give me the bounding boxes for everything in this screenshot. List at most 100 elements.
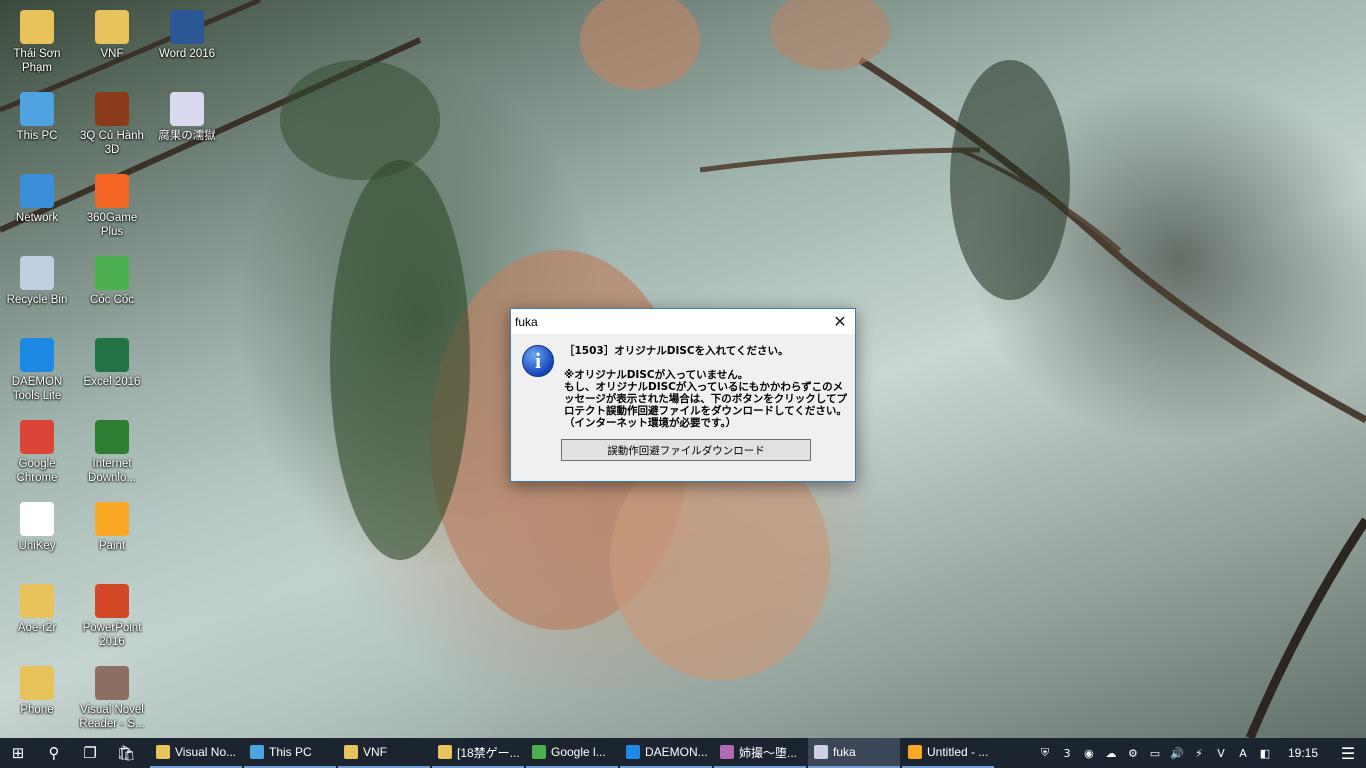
desktop-icon-label: 3Q Củ Hành 3D xyxy=(80,130,144,156)
desktop-icon-18[interactable]: Phone xyxy=(0,662,74,742)
chrome-icon xyxy=(20,420,54,454)
message-line-3: もし、オリジナルDISCが入っているにもかかわらずこのメッセージが表示された場合… xyxy=(564,381,847,417)
tray-icon-5[interactable]: ▭ xyxy=(1146,738,1164,768)
taskbar-app-label: fuka xyxy=(833,745,856,759)
app-icon xyxy=(438,745,452,759)
taskbar-app-label: Google l... xyxy=(551,745,606,759)
tray-icon-0[interactable]: ⛨ xyxy=(1036,738,1054,768)
action-center-icon[interactable]: ☰ xyxy=(1330,738,1366,768)
app-icon xyxy=(250,745,264,759)
daemon-tools-icon xyxy=(20,338,54,372)
desktop-icon-label: Cốc Cốc xyxy=(89,294,135,306)
taskbar-app-8[interactable]: Untitled - ... xyxy=(902,738,994,768)
tray-icon-3[interactable]: ☁ xyxy=(1102,738,1120,768)
tray-icon-6[interactable]: 🔊 xyxy=(1168,738,1186,768)
dialog-message: ［1503］オリジナルDISCを入れてください。 ※オリジナルDISCが入ってい… xyxy=(564,345,852,429)
paint-icon xyxy=(95,502,129,536)
fuka-dialog: fuka ✕ i ［1503］オリジナルDISCを入れてください。 ※オリジナル… xyxy=(510,308,856,482)
word-icon xyxy=(170,10,204,44)
taskbar-app-1[interactable]: This PC xyxy=(244,738,336,768)
desktop-icon-15[interactable]: Paint xyxy=(75,498,149,578)
message-line-4: （インターネット環境が必要です。） xyxy=(564,417,737,429)
search-icon[interactable]: ⚲ xyxy=(36,738,72,768)
desktop-icon-7[interactable]: 360Game Plus xyxy=(75,170,149,250)
network-icon xyxy=(20,174,54,208)
windows-start-icon[interactable]: ⊞ xyxy=(0,738,36,768)
unikey-icon xyxy=(20,502,54,536)
desktop-icon-label: Excel 2016 xyxy=(83,376,141,388)
taskbar-app-5[interactable]: DAEMON... xyxy=(620,738,712,768)
desktop-icon-label: Paint xyxy=(98,540,126,552)
taskbar-app-label: This PC xyxy=(269,745,312,759)
computer-icon xyxy=(20,92,54,126)
desktop-icon-label: UniKey xyxy=(18,540,56,552)
app-icon xyxy=(908,745,922,759)
powerpoint-icon xyxy=(95,584,129,618)
desktop-icon-12[interactable]: Google Chrome xyxy=(0,416,74,496)
desktop-icon-3[interactable]: This PC xyxy=(0,88,74,168)
desktop-icon-4[interactable]: 3Q Củ Hành 3D xyxy=(75,88,149,168)
taskbar-app-2[interactable]: VNF xyxy=(338,738,430,768)
tray-icon-2[interactable]: ◉ xyxy=(1080,738,1098,768)
desktop-icon-8[interactable]: Recycle Bin xyxy=(0,252,74,332)
desktop-icon-1[interactable]: VNF xyxy=(75,6,149,86)
desktop-icon-0[interactable]: Thái Sơn Phạm xyxy=(0,6,74,86)
taskbar-app-label: VNF xyxy=(363,745,387,759)
tray-icon-1[interactable]: 3 xyxy=(1058,738,1076,768)
message-line-1: ［1503］オリジナルDISCを入れてください。 xyxy=(564,345,789,357)
folder-icon xyxy=(20,666,54,700)
taskbar-app-0[interactable]: Visual No... xyxy=(150,738,242,768)
taskbar-app-label: [18禁ゲー... xyxy=(457,745,520,760)
taskbar-app-4[interactable]: Google l... xyxy=(526,738,618,768)
message-line-2: ※オリジナルDISCが入っていません。 xyxy=(564,369,749,381)
desktop-icon-label: Network xyxy=(15,212,59,224)
coccoc-icon xyxy=(95,256,129,290)
app-icon xyxy=(344,745,358,759)
task-view-icon[interactable]: ❐ xyxy=(72,738,108,768)
desktop-icon-label: 360Game Plus xyxy=(86,212,138,238)
taskbar-app-label: Visual No... xyxy=(175,745,237,759)
tray-icon-4[interactable]: ⚙ xyxy=(1124,738,1142,768)
desktop-icon-label: This PC xyxy=(16,130,58,142)
desktop-icon-17[interactable]: PowerPoint 2016 xyxy=(75,580,149,660)
tray-icon-7[interactable]: ⚡ xyxy=(1190,738,1208,768)
taskbar-app-3[interactable]: [18禁ゲー... xyxy=(432,738,524,768)
close-icon[interactable]: ✕ xyxy=(825,309,855,334)
desktop-icon-11[interactable]: Excel 2016 xyxy=(75,334,149,414)
desktop-icon-label: Google Chrome xyxy=(16,458,58,484)
desktop-icon-label: Visual Novel Reader - S... xyxy=(79,704,145,730)
taskbar-apps: Visual No... This PC VNF [18禁ゲー... Google l.… xyxy=(150,738,996,768)
desktop-icon-14[interactable]: UniKey xyxy=(0,498,74,578)
desktop-icon-label: PowerPoint 2016 xyxy=(82,622,142,648)
desktop-icon-label: 腐果の濡獄 xyxy=(158,130,216,142)
clock[interactable]: 19:15 xyxy=(1276,746,1330,760)
tray-icons: ⛨ 3 ◉ ☁ ⚙ ▭ 🔊 ⚡ V A ◧ xyxy=(1034,738,1276,768)
desktop-icon-19[interactable]: Visual Novel Reader - S... xyxy=(75,662,149,742)
tray-icon-10[interactable]: ◧ xyxy=(1256,738,1274,768)
taskbar: ⊞ ⚲ ❐ 🛍 Visual No... This PC VNF [18禁ゲー... G… xyxy=(0,738,1366,768)
idm-icon xyxy=(95,420,129,454)
desktop-icon-2[interactable]: Word 2016 xyxy=(150,6,224,86)
taskbar-app-6[interactable]: 姉撮〜堕... xyxy=(714,738,806,768)
desktop-icon-9[interactable]: Cốc Cốc xyxy=(75,252,149,332)
desktop-icon-5[interactable]: 腐果の濡獄 xyxy=(150,88,224,168)
store-icon[interactable]: 🛍 xyxy=(108,738,144,768)
taskbar-app-label: 姉撮〜堕... xyxy=(739,745,798,760)
tray-icon-8[interactable]: V xyxy=(1212,738,1230,768)
taskbar-app-label: Untitled - ... xyxy=(927,745,989,759)
folder-icon xyxy=(20,584,54,618)
desktop-icon-label: VNF xyxy=(100,48,124,60)
tray-icon-9[interactable]: A xyxy=(1234,738,1252,768)
taskbar-app-7[interactable]: fuka xyxy=(808,738,900,768)
dialog-titlebar[interactable]: fuka ✕ xyxy=(511,309,855,334)
download-fix-button[interactable]: 誤動作回避ファイルダウンロード xyxy=(561,439,811,461)
desktop-icon-13[interactable]: Internet Downlo... xyxy=(75,416,149,496)
excel-icon xyxy=(95,338,129,372)
desktop-icon-16[interactable]: Aoe-r2r xyxy=(0,580,74,660)
syringe-icon xyxy=(170,92,204,126)
user-folder-icon xyxy=(20,10,54,44)
desktop-icon-10[interactable]: DAEMON Tools Lite xyxy=(0,334,74,414)
vnr-icon xyxy=(95,666,129,700)
recycle-bin-icon xyxy=(20,256,54,290)
desktop-icon-6[interactable]: Network xyxy=(0,170,74,250)
